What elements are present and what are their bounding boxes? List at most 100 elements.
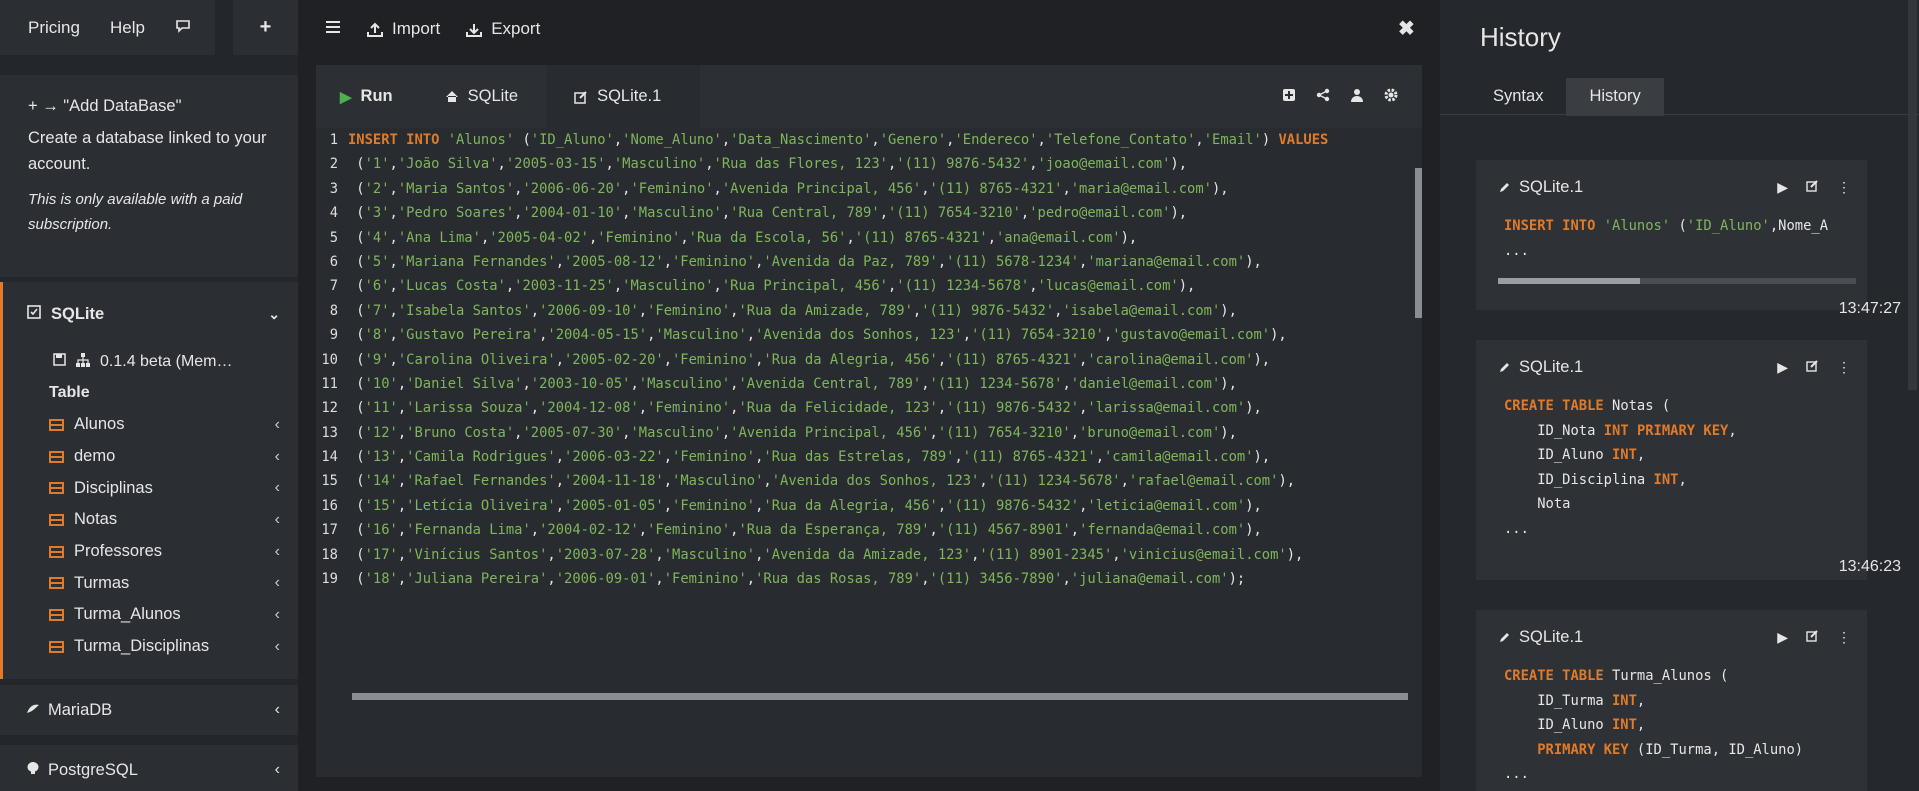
history-code-line: PRIMARY KEY (ID_Turma, ID_Aluno) [1504,738,1867,763]
history-scrollbar[interactable] [1908,0,1917,390]
code-line: 3 ('2','Maria Santos','2006-06-20','Femi… [316,177,1416,201]
code-token: ), [1170,156,1188,173]
share-icon[interactable] [1316,88,1330,106]
code-token: 'isabela@email.com' [1062,302,1221,319]
code-text: ('4','Ana Lima','2005-04-02','Feminino',… [348,226,1137,250]
tab-history[interactable]: History [1566,78,1664,116]
edit-icon[interactable] [1806,359,1819,376]
play-icon[interactable]: ▶ [1777,359,1788,376]
run-button[interactable]: ▶ Run [316,65,417,128]
code-token: ), [1120,229,1138,246]
chevron-left-icon[interactable]: ‹ [275,543,280,561]
line-number: 11 [321,375,338,392]
table-item-demo[interactable]: demo ‹ [3,441,298,473]
history-code-line: ... [1504,239,1867,264]
mariadb-row[interactable]: MariaDB ‹ [0,685,298,735]
chevron-left-icon[interactable]: ‹ [275,638,280,656]
code-token: 'maria@email.com' [1070,180,1212,197]
history-card[interactable]: SQLite.1 ▶ ⋮ CREATE TABLE Turma_Alunos ( ID… [1476,610,1867,791]
pencil-icon [1500,632,1509,642]
history-card[interactable]: SQLite.1 ▶ ⋮ CREATE TABLE Notas ( ID_Nota I… [1476,340,1901,580]
chevron-left-icon[interactable]: ‹ [275,511,280,529]
tab-sqlite1[interactable]: SQLite.1 [546,65,701,128]
code-text: ('18','Juliana Pereira','2006-09-01','Fe… [348,567,1245,591]
table-item-turma-alunos[interactable]: Turma_Alunos ‹ [3,599,298,631]
code-token: , [1711,741,1729,758]
table-item-alunos[interactable]: Alunos ‹ [3,409,298,441]
postgresql-row[interactable]: PostgreSQL ‹ [0,745,298,791]
pricing-link[interactable]: Pricing [28,18,80,38]
code-token: '2005-03-15' [505,156,606,173]
table-item-turma-disciplinas[interactable]: Turma_Disciplinas ‹ [3,631,298,663]
chevron-left-icon[interactable]: ‹ [275,479,280,497]
tab-sqlite[interactable]: SQLite [417,65,546,128]
scrollbar-thumb[interactable] [1498,278,1640,284]
code-text: ('12','Bruno Costa','2005-07-30','Mascul… [348,421,1237,445]
chevron-left-icon[interactable]: ‹ [275,574,280,592]
play-icon[interactable]: ▶ [1777,629,1788,646]
code-token: 'Feminino' [597,229,681,246]
code-token: ( [1711,668,1729,684]
chevron-down-icon[interactable]: ⌄ [268,306,280,323]
import-button[interactable]: Import [367,19,440,39]
table-item-turmas[interactable]: Turmas ‹ [3,567,298,599]
line-number: 14 [321,449,338,466]
code-token: ), [1245,253,1262,270]
chevron-left-icon[interactable]: ‹ [275,701,280,719]
gear-icon[interactable] [1384,88,1398,106]
code-token: ID_Turma [1645,741,1712,758]
code-editor[interactable]: 1 INSERT INTO 'Alunos' ('ID_Aluno','Nome_… [316,128,1422,760]
code-token: ID_Aluno [1537,717,1604,733]
code-token: 'carolina@email.com' [1087,351,1254,368]
history-code-line: ID_Aluno INT, [1504,443,1867,468]
add-square-icon[interactable] [1282,88,1296,106]
export-button[interactable]: Export [466,19,540,39]
horizontal-scrollbar[interactable] [352,693,1408,700]
history-card-scrollbar[interactable] [1498,278,1856,284]
code-token: 'João Silva' [397,156,498,173]
chevron-left-icon[interactable]: ‹ [275,606,280,624]
vertical-scrollbar[interactable] [1415,168,1422,318]
history-card[interactable]: SQLite.1 ▶ ⋮ INSERT INTO 'Alunos' ('ID_Alun… [1476,160,1901,317]
play-icon: ▶ [340,88,352,106]
add-database-title[interactable]: + → "Add DataBase" [28,93,270,119]
code-token: , [1095,449,1104,466]
add-button[interactable]: + [233,0,298,55]
save-icon[interactable] [53,353,66,371]
code-token: , [713,180,722,197]
line-number: 10 [321,351,338,368]
code-token: '12' [364,424,398,441]
code-token: '(11) 8765-4321' [854,229,988,246]
code-token: , [1062,180,1071,197]
user-icon[interactable] [1350,88,1364,106]
play-icon[interactable]: ▶ [1777,179,1788,196]
edit-icon[interactable] [1806,179,1819,196]
table-item-notas[interactable]: Notas ‹ [3,504,298,536]
code-token: , [921,180,930,197]
code-token: 'Lucas Costa' [397,278,506,295]
chat-icon[interactable] [175,18,191,38]
code-line: 14 ('13','Camila Rodrigues','2006-03-22'… [316,445,1416,469]
code-token: ( [348,571,365,588]
close-icon[interactable]: ✖ [1398,16,1415,41]
code-token: VALUES [1278,132,1329,148]
more-vertical-icon[interactable]: ⋮ [1837,629,1851,646]
tab-syntax[interactable]: Syntax [1470,78,1566,116]
more-vertical-icon[interactable]: ⋮ [1837,359,1851,376]
help-link[interactable]: Help [110,18,145,38]
line-number: 2 [329,156,338,173]
chevron-left-icon[interactable]: ‹ [275,448,280,466]
menu-icon[interactable] [325,19,341,39]
table-item-professores[interactable]: Professores ‹ [3,536,298,568]
sitemap-icon[interactable] [76,352,90,372]
chevron-left-icon[interactable]: ‹ [275,761,280,779]
more-vertical-icon[interactable]: ⋮ [1837,179,1851,196]
code-token: 'Masculino' [655,327,747,344]
sqlite-header[interactable]: SQLite ⌄ [3,282,298,347]
code-token: INTO [406,132,440,148]
edit-icon[interactable] [1806,629,1819,646]
table-item-disciplinas[interactable]: Disciplinas ‹ [3,472,298,504]
code-token: '2003-11-25' [514,278,614,295]
chevron-left-icon[interactable]: ‹ [275,416,280,434]
